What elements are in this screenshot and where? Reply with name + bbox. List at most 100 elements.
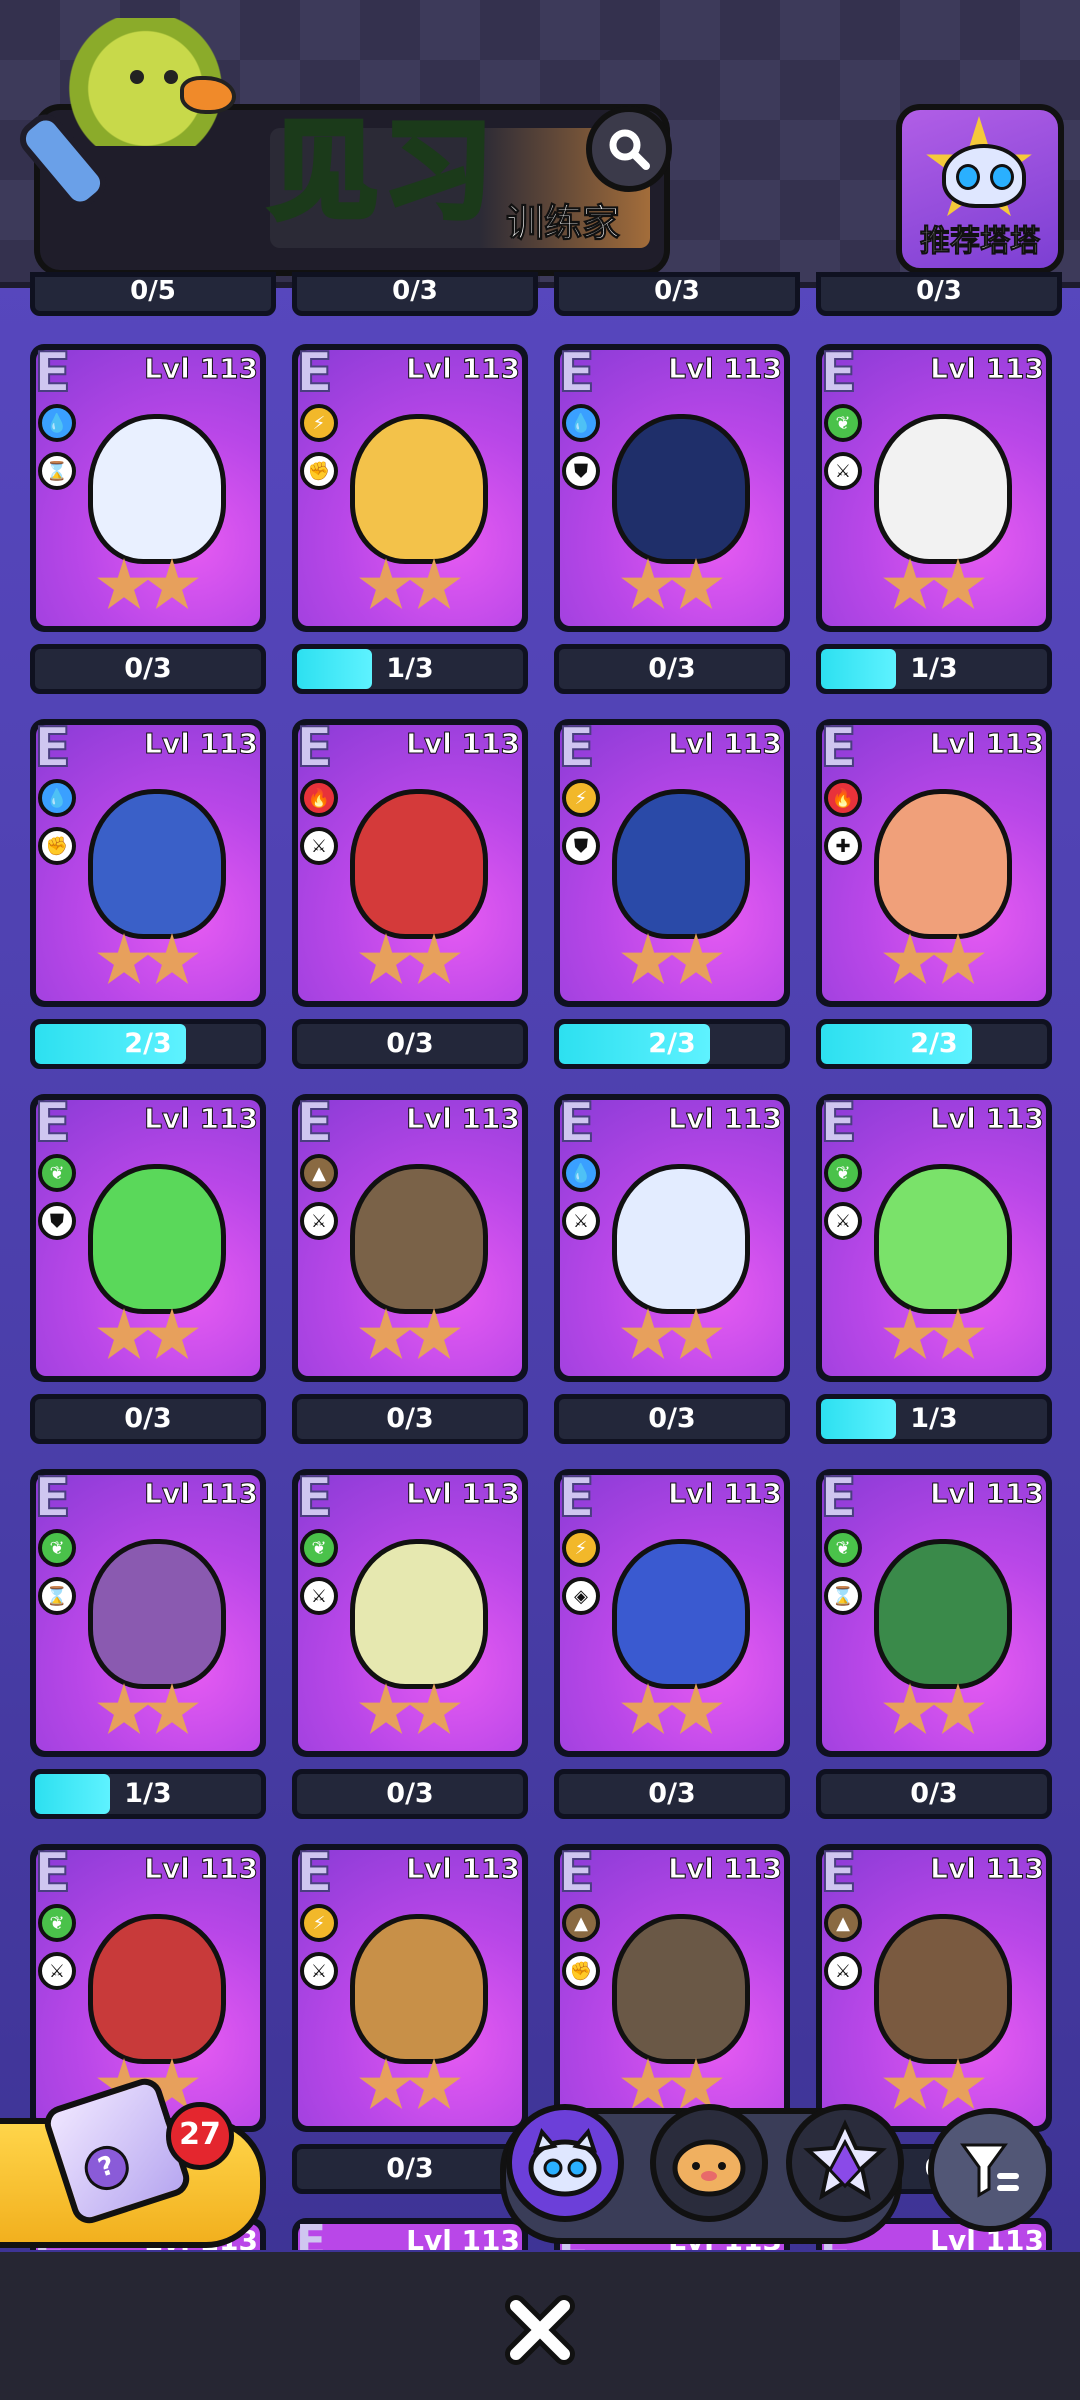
defense-role-icon: ⛊: [562, 827, 600, 865]
pet-portrait: [612, 1914, 750, 2064]
grade-label: E: [819, 1091, 858, 1154]
water-element-icon: 💧: [38, 404, 76, 442]
strength-role-icon: ✊: [38, 827, 76, 865]
pet-card[interactable]: E Lvl 113 ▲ ⚔: [292, 1094, 528, 1382]
pet-card[interactable]: E Lvl 113 ❦ ⛊: [30, 1094, 266, 1382]
water-element-icon: 💧: [562, 404, 600, 442]
pet-card[interactable]: E Lvl 113 ❦ ⚔: [816, 344, 1052, 632]
tab-team[interactable]: [506, 2104, 624, 2222]
electric-element-icon: ⚡: [300, 1904, 338, 1942]
pet-card[interactable]: E Lvl 113: [292, 2218, 528, 2250]
star-rating: [620, 1683, 723, 1739]
star-icon: [621, 1308, 675, 1359]
grade-label: E: [557, 1466, 596, 1529]
grade-label: E: [33, 716, 72, 779]
pet-card[interactable]: E Lvl 113 🔥 ⚔: [292, 719, 528, 1007]
star-icon: [621, 2058, 675, 2109]
pet-card[interactable]: E Lvl 113 ⚡ ⚔: [292, 1844, 528, 2132]
star-icon: [359, 1308, 413, 1359]
progress-text: 0/3: [910, 1778, 958, 1809]
water-element-icon: 💧: [562, 1154, 600, 1192]
pet-portrait: [874, 789, 1012, 939]
recommend-pet-icon: [942, 144, 1026, 208]
progress-bar: 0/3: [292, 272, 538, 316]
defense-role-icon: ⛊: [38, 1202, 76, 1240]
crystal-tab-icon: [803, 2119, 887, 2201]
pet-card[interactable]: E Lvl 113 🔥 ✚: [816, 719, 1052, 1007]
progress-text: 1/3: [124, 1778, 172, 1809]
grade-label: E: [819, 341, 858, 404]
recommend-pet-button[interactable]: 推荐塔塔: [896, 104, 1064, 274]
attack-role-icon: ⚔: [300, 1202, 338, 1240]
level-label: Lvl 113: [930, 727, 1045, 761]
pet-collection-grid[interactable]: 0/5 0/3 0/3 0/3 E Lvl 113 💧 ⌛ 0/3 E Lvl 113 ⚡ ✊ 1/3 E L…: [0, 260, 1080, 2250]
progress-bar: 0/3: [816, 272, 1062, 316]
close-button[interactable]: [500, 2290, 580, 2370]
pet-portrait: [874, 1164, 1012, 1314]
heal-role-icon: ✚: [824, 827, 862, 865]
star-icon: [669, 933, 723, 984]
pet-card[interactable]: E Lvl 113 ❦ ⌛: [30, 1469, 266, 1757]
electric-element-icon: ⚡: [562, 779, 600, 817]
level-label: Lvl 113: [406, 352, 521, 386]
pet-card[interactable]: E Lvl 113 ▲ ⚔: [816, 1844, 1052, 2132]
pet-card[interactable]: E Lvl 113 💧 ✊: [30, 719, 266, 1007]
filter-button[interactable]: [928, 2108, 1052, 2232]
grade-label: E: [33, 1841, 72, 1904]
shard-progress-bar: 0/3: [30, 644, 266, 694]
pet-card[interactable]: E Lvl 113 ❦ ⚔: [816, 1094, 1052, 1382]
progress-text: 1/3: [910, 653, 958, 684]
grade-label: E: [295, 1466, 334, 1529]
grade-label: E: [819, 716, 858, 779]
grass-element-icon: ❦: [38, 1529, 76, 1567]
tab-crystal[interactable]: [786, 2104, 904, 2222]
pet-card[interactable]: E Lvl 113 ❦ ⚔: [292, 1469, 528, 1757]
star-rating: [358, 1683, 461, 1739]
level-label: Lvl 113: [144, 1477, 259, 1511]
progress-text: 0/3: [386, 2153, 434, 2184]
star-icon: [359, 933, 413, 984]
pet-card[interactable]: E Lvl 113 💧 ⚔: [554, 1094, 790, 1382]
star-icon: [669, 1308, 723, 1359]
pet-portrait: [612, 1164, 750, 1314]
star-rating: [882, 933, 985, 989]
pet-card[interactable]: E Lvl 113 💧 ⌛: [30, 344, 266, 632]
pet-card[interactable]: E Lvl 113 ⚡ ⛊: [554, 719, 790, 1007]
grade-label: E: [33, 1466, 72, 1529]
grass-element-icon: ❦: [38, 1904, 76, 1942]
level-label: Lvl 113: [930, 1102, 1045, 1136]
dice-count-badge: 27: [166, 2102, 234, 2170]
search-button[interactable]: [586, 106, 672, 192]
pet-portrait: [88, 789, 226, 939]
grade-label: E: [557, 341, 596, 404]
progress-text: 2/3: [124, 1028, 172, 1059]
grade-label: E: [557, 1091, 596, 1154]
grade-label: E: [819, 1466, 858, 1529]
pet-card[interactable]: E Lvl 113 ❦ ⌛: [816, 1469, 1052, 1757]
level-label: Lvl 113: [668, 352, 783, 386]
pet-card[interactable]: E Lvl 113 ▲ ✊: [554, 1844, 790, 2132]
grade-label: E: [295, 1091, 334, 1154]
progress-text: 0/3: [648, 1403, 696, 1434]
recommend-label: 推荐塔塔: [920, 224, 1041, 260]
trainer-rank-title: 见习: [267, 109, 499, 234]
pet-portrait: [350, 1164, 488, 1314]
progress-text: 0/3: [648, 1778, 696, 1809]
attack-role-icon: ⚔: [824, 1952, 862, 1990]
grade-label: E: [33, 341, 72, 404]
pet-portrait: [88, 1164, 226, 1314]
progress-bar: 0/5: [30, 272, 276, 316]
shard-progress-bar: 2/3: [30, 1019, 266, 1069]
tab-food[interactable]: [650, 2104, 768, 2222]
pet-card[interactable]: E Lvl 113 ⚡ ◈: [554, 1469, 790, 1757]
fire-element-icon: 🔥: [824, 779, 862, 817]
star-icon: [97, 1308, 151, 1359]
strength-role-icon: ✊: [300, 452, 338, 490]
electric-element-icon: ⚡: [300, 404, 338, 442]
pet-card[interactable]: E Lvl 113 ⚡ ✊: [292, 344, 528, 632]
star-icon: [407, 933, 461, 984]
star-rating: [620, 933, 723, 989]
top-bar: 见习 训练家 推荐塔塔: [0, 0, 1080, 288]
level-label: Lvl 113: [406, 1477, 521, 1511]
pet-card[interactable]: E Lvl 113 💧 ⛊: [554, 344, 790, 632]
